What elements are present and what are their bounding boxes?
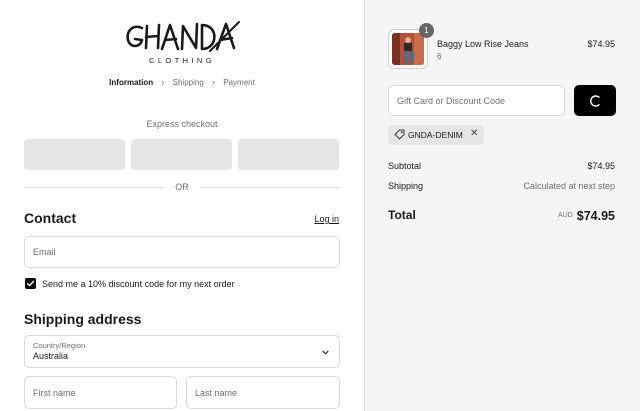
spinner-icon [590,95,600,107]
last-name-input[interactable] [187,377,339,408]
country-value: Australia [33,351,69,361]
applied-discount-tag: GNDA-DENIM ✕ [388,125,484,145]
apply-discount-button[interactable] [574,85,616,116]
contact-heading: Contact [24,210,77,226]
product-name: Baggy Low Rise Jeans [437,39,529,49]
breadcrumb-payment: Payment [223,77,255,87]
divider-line-right [200,187,340,188]
shipping-label: Shipping [388,181,424,191]
express-pay-button-3[interactable] [238,139,339,170]
product-variant: 6 [437,52,442,61]
express-pay-button-2[interactable] [131,139,232,170]
shipping-address-heading: Shipping address [24,311,142,327]
discount-code-input[interactable] [389,86,564,115]
chevron-down-icon [322,350,329,355]
last-name-field[interactable] [186,376,340,409]
breadcrumb-information[interactable]: Information [109,78,153,87]
subtotal-label: Subtotal [388,161,422,171]
tag-icon [394,129,405,140]
product-photo [392,33,424,65]
first-name-input[interactable] [25,377,176,408]
product-thumbnail: 1 [388,23,434,69]
product-image [392,33,424,65]
brand-logo[interactable]: CLOTHING [122,18,242,70]
or-divider: OR [24,182,340,194]
breadcrumb: Information › Shipping › Payment [0,77,364,87]
total-label: Total [388,208,416,222]
discount-code-text: GNDA-DENIM [408,130,463,140]
chevron-right-icon: › [161,77,165,87]
express-pay-button-1[interactable] [24,139,125,170]
login-link[interactable]: Log in [314,214,339,224]
newsletter-checkbox[interactable] [25,278,36,289]
email-input[interactable] [25,237,339,267]
quantity-badge: 1 [419,23,434,38]
subtotal-value: $74.95 [587,161,615,171]
checkmark-icon [26,280,35,287]
discount-code-field[interactable] [388,85,565,116]
country-select[interactable]: Country/Region Australia [24,335,340,368]
first-name-field[interactable] [24,376,177,409]
logo-wordmark [126,21,240,52]
product-price: $74.95 [587,39,615,49]
total-amount: AUD $74.95 [558,207,615,225]
chevron-right-icon: › [212,77,216,87]
shipping-value: Calculated at next step [523,181,615,191]
country-label: Country/Region [33,341,86,350]
newsletter-label[interactable]: Send me a 10% discount code for my next … [42,279,235,289]
email-field[interactable] [24,236,340,268]
currency-code: AUD [557,212,573,220]
total-value: $74.95 [576,208,615,223]
checkout-form-panel: CLOTHING Information › Shipping › Paymen… [0,0,364,411]
express-checkout-label: Express checkout [146,119,218,129]
logo-subtitle: CLOTHING [149,56,215,65]
breadcrumb-shipping: Shipping [172,77,204,87]
remove-discount-icon[interactable]: ✕ [470,129,478,139]
